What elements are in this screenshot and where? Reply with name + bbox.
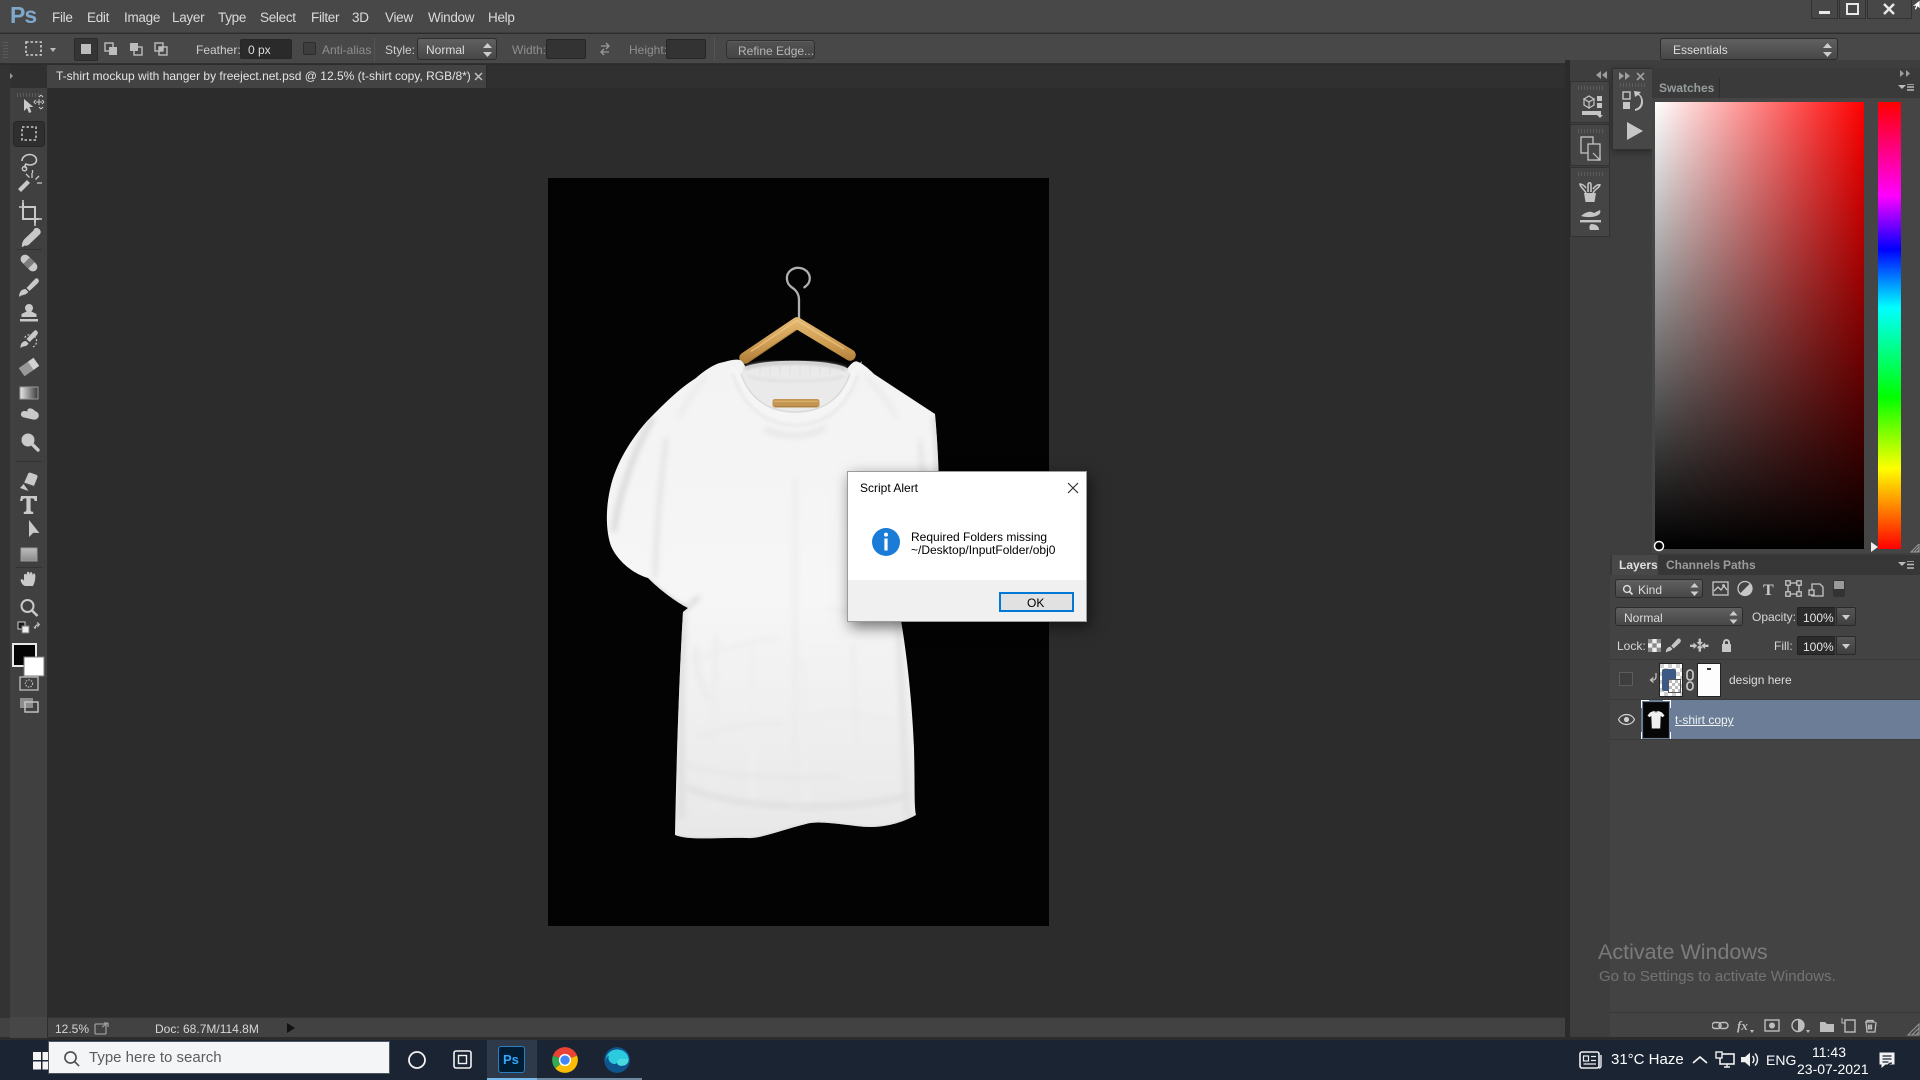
svg-text:fx: fx bbox=[1737, 1018, 1748, 1033]
svg-text:T: T bbox=[1763, 582, 1774, 598]
